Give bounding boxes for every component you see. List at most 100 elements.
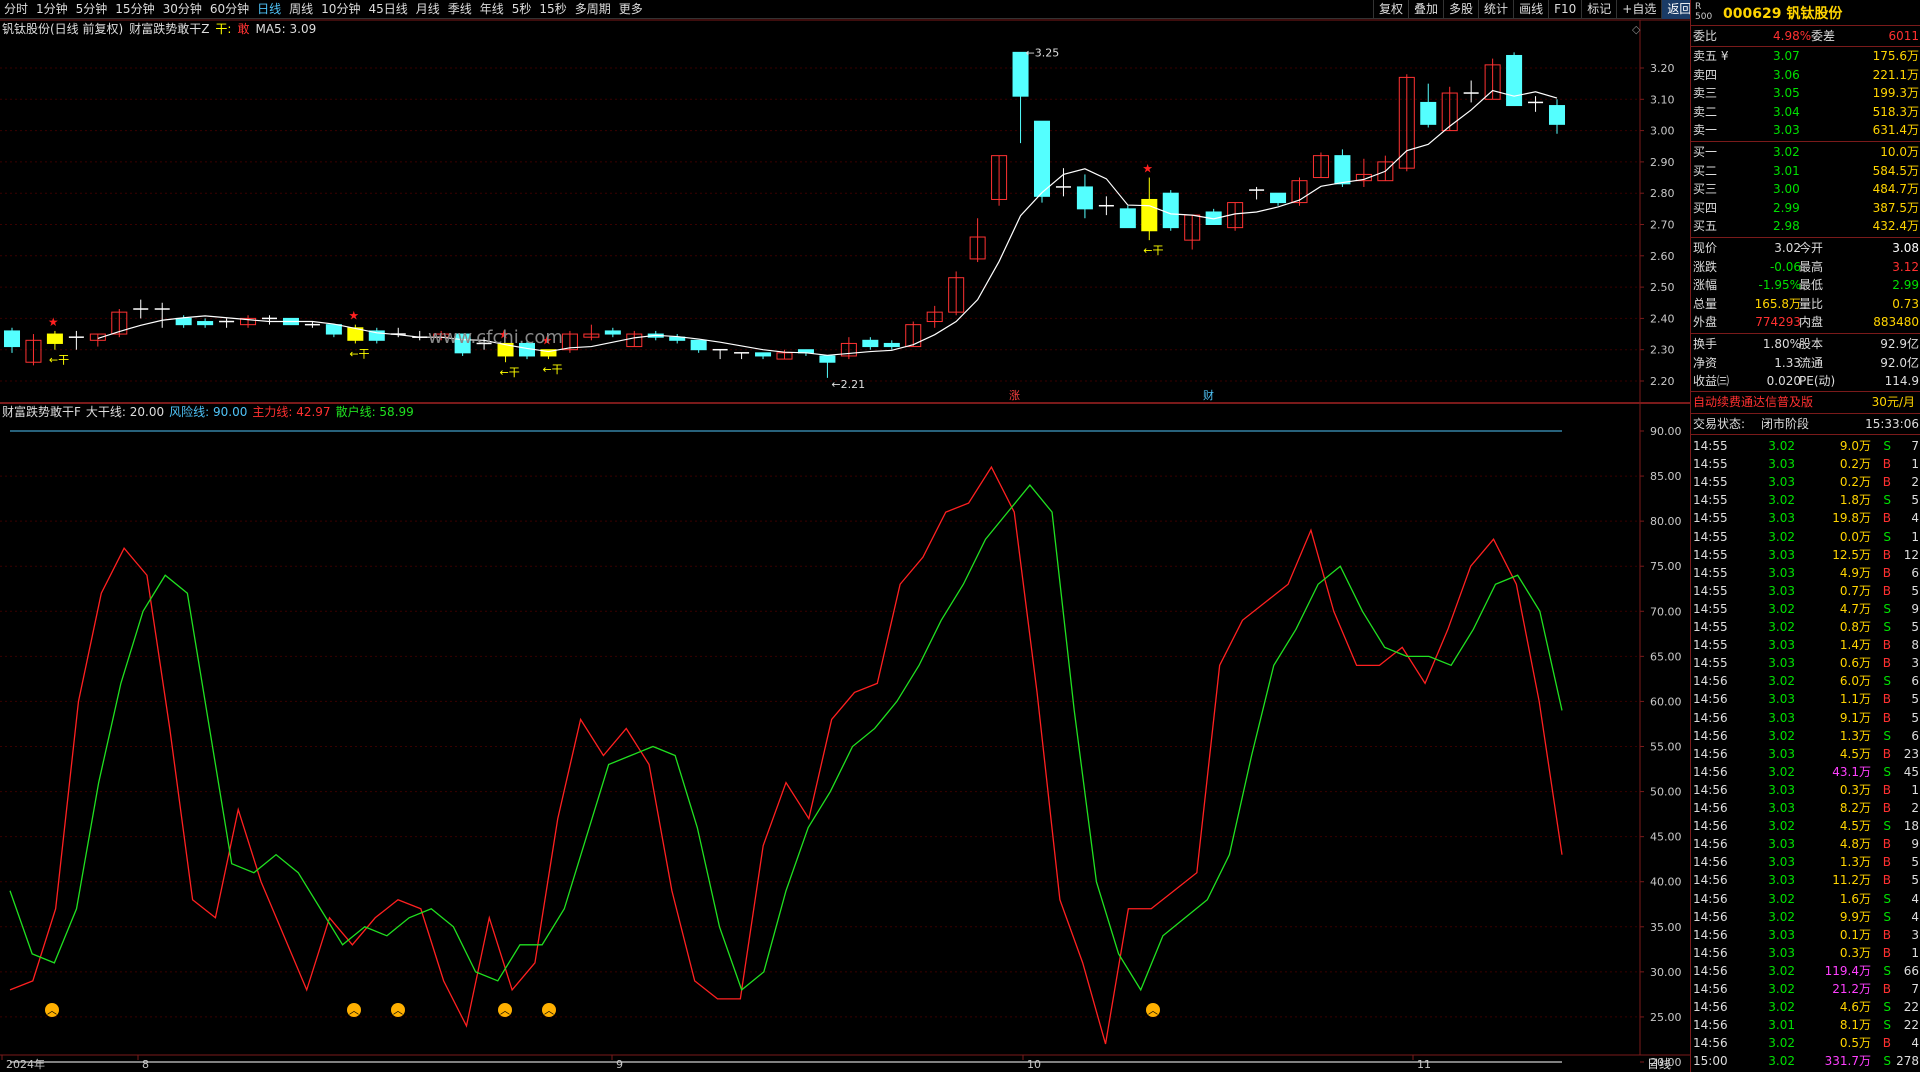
quote-cell: 6.0万 xyxy=(1839,674,1871,689)
quote-cell: 484.7万 xyxy=(1872,182,1919,196)
gan-label: ←干 xyxy=(349,347,369,360)
quote-cell: 631.4万 xyxy=(1872,123,1919,137)
quote-cell: 14:56 xyxy=(1693,855,1728,870)
quote-cell: 3.02 xyxy=(1768,529,1795,544)
quote-cell: 774293 xyxy=(1755,315,1801,329)
sub-indicator-name[interactable]: 财富跌势敢干F xyxy=(2,404,81,420)
quote-cell: 2 xyxy=(1911,475,1919,490)
trade-row: 14:56 3.03 0.3万 B 1 xyxy=(1691,781,1920,799)
quote-cell: 买一 xyxy=(1693,145,1718,159)
quote-cell: 4.7万 xyxy=(1839,601,1871,616)
quote-cell: 10.0万 xyxy=(1880,145,1919,159)
quote-cell: 今开 xyxy=(1799,241,1824,255)
quote-cell: 8 xyxy=(1911,638,1919,653)
quote-cell: 15:00 xyxy=(1693,1054,1728,1069)
quote-cell: B xyxy=(1882,710,1891,725)
trade-row: 14:56 3.02 4.5万 S 18 xyxy=(1691,817,1920,835)
ind-tick-label-12: 30.00 xyxy=(1650,966,1682,979)
panel-divider xyxy=(1691,25,1920,26)
quote-cell: 3.03 xyxy=(1768,855,1795,870)
chart-area: 3.20 3.10 3.00 2.90 2.80 2.70 2.60 2.50 2.40 2.30… xyxy=(0,19,1690,1071)
price-tick-label-6: 2.60 xyxy=(1650,250,1675,263)
quote-cell: 14:56 xyxy=(1693,728,1728,743)
ind-tick-label-11: 35.00 xyxy=(1650,921,1682,934)
quote-cell: 1.1万 xyxy=(1839,692,1871,707)
quote-cell: 1.3万 xyxy=(1839,855,1871,870)
quote-cell: S xyxy=(1883,891,1891,906)
trade-row: 14:56 3.01 8.1万 S 22 xyxy=(1691,1016,1920,1034)
quote-cell: S xyxy=(1883,819,1891,834)
trade-row: 14:55 3.03 19.8万 B 4 xyxy=(1691,509,1920,527)
price-tick-label-8: 2.40 xyxy=(1650,312,1675,325)
quote-cell: 14:55 xyxy=(1693,638,1728,653)
quote-cell: 总量 xyxy=(1693,296,1718,311)
signal-star: ★ xyxy=(1142,162,1153,176)
quote-cell: 3.03 xyxy=(1768,583,1795,598)
quote-cell: B xyxy=(1882,801,1891,815)
candle-body xyxy=(604,330,621,335)
ask-row-3: 卖二 3.04 518.3万 xyxy=(1691,103,1920,121)
candle-body xyxy=(197,321,214,326)
quote-cell: 9 xyxy=(1911,601,1919,616)
quote-cell: 现价 xyxy=(1693,241,1718,255)
quote-cell: 0.8万 xyxy=(1839,620,1871,634)
quote-cell: 14:56 xyxy=(1693,1018,1728,1033)
candle-body xyxy=(46,333,63,344)
candle-body xyxy=(1334,155,1351,185)
stock-code-name[interactable]: 000629 钒钛股份 xyxy=(1723,3,1842,23)
quote-cell: 5 xyxy=(1911,493,1919,508)
quote-cell: 14:55 xyxy=(1693,547,1728,562)
panel-divider xyxy=(1691,391,1920,392)
ind-tick-label-9: 45.00 xyxy=(1650,831,1682,844)
quote-cell: 14:56 xyxy=(1693,692,1728,707)
quote-cell: 0.73 xyxy=(1892,296,1919,311)
quote-cell: B xyxy=(1882,873,1891,888)
quote-cell: 175.6万 xyxy=(1872,49,1919,63)
quote-cell: B xyxy=(1882,583,1891,598)
ask-row-2: 卖三 3.05 199.3万 xyxy=(1691,84,1920,102)
quote-cell: 0.3万 xyxy=(1839,945,1871,960)
quote-cell: 3.02 xyxy=(1768,764,1795,779)
quote-cell: 0.2万 xyxy=(1839,457,1871,472)
quote-cell: 3.02 xyxy=(1768,1000,1795,1015)
quote-cell: -0.06 xyxy=(1769,259,1801,274)
quote-cell: 14:55 xyxy=(1693,439,1728,453)
stock-period-label: 钒钛股份(日线 前复权) xyxy=(2,22,124,36)
quote-cell: 3.03 xyxy=(1768,457,1795,472)
signal-star: ★ xyxy=(348,309,359,323)
quote-cell: 3 xyxy=(1911,927,1919,942)
candle-body xyxy=(1548,105,1566,125)
trade-row: 14:56 3.02 43.1万 S 45 xyxy=(1691,763,1920,781)
quote-cell: 331.7万 xyxy=(1824,1054,1871,1069)
quote-cell: 7 xyxy=(1911,439,1919,453)
quote-cell: B xyxy=(1882,746,1891,761)
ma5-label: MA5: 3.09 xyxy=(255,22,317,36)
quote-cell: 5 xyxy=(1911,710,1919,725)
retail-line xyxy=(9,484,1563,992)
quote-cell: 3.02 xyxy=(1768,493,1795,508)
price-tick-label-4: 2.80 xyxy=(1650,187,1675,200)
panel-divider xyxy=(1691,333,1920,334)
trade-row: 14:56 3.03 1.1万 B 5 xyxy=(1691,690,1920,708)
trade-row: 14:55 3.02 0.0万 S 1 xyxy=(1691,528,1920,546)
stat-row-2: 涨幅 -1.95% 最低 2.99 xyxy=(1691,276,1920,294)
quote-cell: 4.9万 xyxy=(1839,565,1871,580)
indicator-name[interactable]: 财富跌势敢干Z xyxy=(129,21,209,37)
candle-body xyxy=(690,339,707,351)
quote-cell: 584.5万 xyxy=(1872,163,1919,178)
quote-cell: 14:56 xyxy=(1693,891,1728,906)
quote-cell: 66 xyxy=(1903,963,1919,978)
trade-row: 14:55 3.03 0.7万 B 5 xyxy=(1691,582,1920,600)
panel-divider xyxy=(1691,413,1920,414)
trade-row: 14:55 3.03 0.2万 B 2 xyxy=(1691,473,1920,491)
date-label-0: 2024年 xyxy=(6,1057,45,1071)
quote-cell: B xyxy=(1882,945,1891,960)
stat-row-3: 总量 165.8万 量比 0.73 xyxy=(1691,295,1920,313)
quote-cell: 0.3万 xyxy=(1839,782,1871,797)
trade-row: 14:55 3.03 0.2万 B 1 xyxy=(1691,455,1920,473)
quote-cell: 15:33:06 xyxy=(1865,417,1919,431)
quote-cell: 21.2万 xyxy=(1832,982,1871,996)
quote-cell: 221.1万 xyxy=(1872,67,1919,82)
quote-cell: -1.95% xyxy=(1758,278,1801,292)
candle-body xyxy=(1119,208,1136,229)
